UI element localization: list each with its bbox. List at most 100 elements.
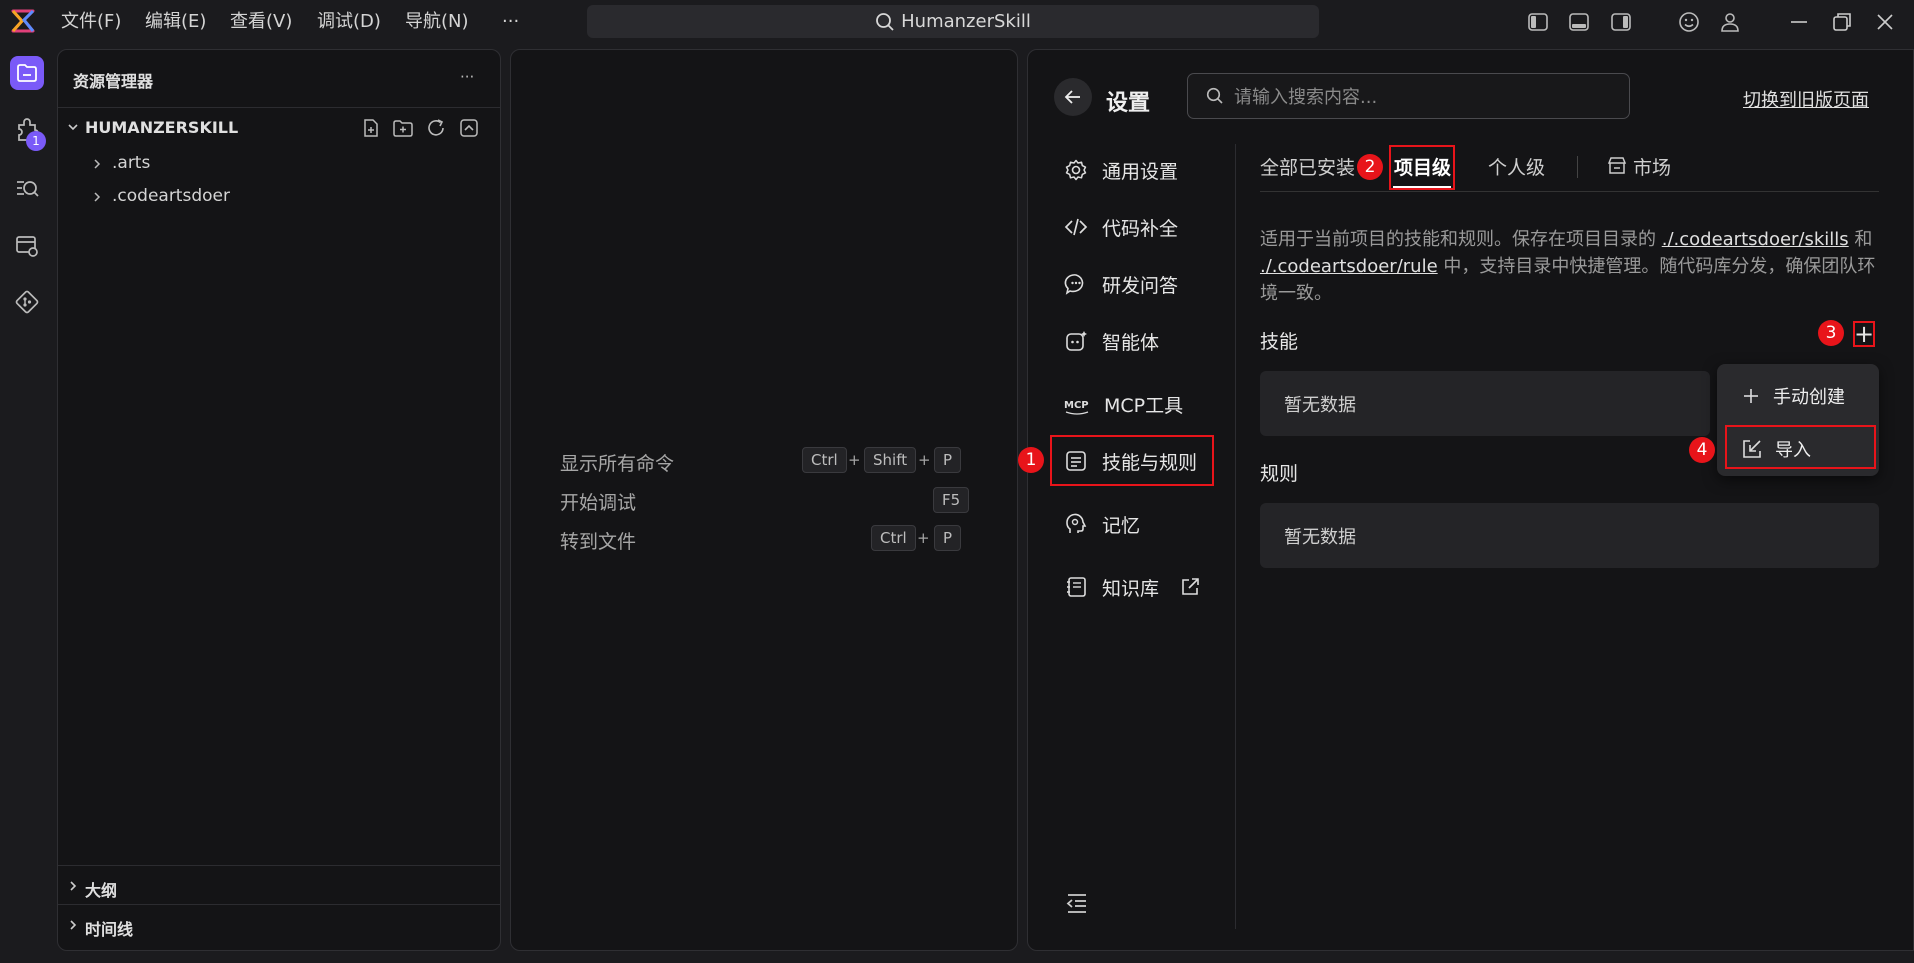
code-brackets-icon xyxy=(1064,218,1088,236)
plus-icon xyxy=(1744,389,1758,403)
nav-label: 通用设置 xyxy=(1102,160,1179,183)
activity-remote-icon[interactable] xyxy=(10,229,44,263)
timeline-divider xyxy=(58,904,500,905)
new-folder-icon[interactable] xyxy=(392,117,414,139)
dropdown-item-import[interactable]: 导入 xyxy=(1741,436,1811,462)
svg-text:MCP: MCP xyxy=(1064,400,1089,411)
settings-search-box[interactable]: 请输入搜索内容... xyxy=(1187,73,1630,119)
rules-empty-state: 暂无数据 xyxy=(1260,503,1879,568)
dropdown-item-manual-create[interactable]: 手动创建 xyxy=(1741,383,1845,409)
kbd-p: P xyxy=(934,447,962,473)
toggle-secondary-sidebar-icon[interactable] xyxy=(1609,10,1633,34)
external-link-icon xyxy=(1182,578,1199,595)
explorer-panel xyxy=(57,49,501,951)
description-text: 和 xyxy=(1854,229,1873,250)
outline-section[interactable]: 大纲 xyxy=(85,877,117,901)
nav-label: 代码补全 xyxy=(1102,217,1179,240)
nav-general-settings[interactable]: 通用设置 xyxy=(1064,155,1178,185)
menu-view[interactable]: 查看(V) xyxy=(230,10,292,34)
shortcut-label-start-debug[interactable]: 开始调试 xyxy=(560,488,636,515)
search-icon xyxy=(875,12,895,32)
toggle-sidebar-icon[interactable] xyxy=(1526,10,1550,34)
nav-label: 知识库 xyxy=(1102,577,1160,600)
mcp-icon: MCP xyxy=(1064,400,1089,415)
collapse-all-icon[interactable] xyxy=(458,117,480,139)
tab-market[interactable]: 市场 xyxy=(1633,153,1671,180)
settings-title: 设置 xyxy=(1106,91,1151,116)
explorer-header-divider xyxy=(58,107,500,108)
menu-debug[interactable]: 调试(D) xyxy=(317,10,381,34)
shortcut-label-show-commands[interactable]: 显示所有命令 xyxy=(560,449,674,476)
tree-folder-arts[interactable]: .arts xyxy=(112,153,150,173)
nav-agent[interactable]: 智能体 xyxy=(1064,326,1159,356)
chevron-right-icon[interactable] xyxy=(90,190,104,204)
account-icon[interactable] xyxy=(1718,10,1742,34)
tab-all-installed[interactable]: 全部已安装 xyxy=(1260,153,1355,180)
close-window-icon[interactable] xyxy=(1873,10,1897,34)
restore-window-icon[interactable] xyxy=(1830,10,1854,34)
timeline-section[interactable]: 时间线 xyxy=(85,916,133,940)
tree-folder-codeartsdoer[interactable]: .codeartsdoer xyxy=(112,186,230,206)
annotation-badge-1: 1 xyxy=(1018,447,1044,473)
chevron-right-icon[interactable] xyxy=(66,918,80,932)
nav-knowledge-base[interactable]: 知识库 xyxy=(1064,572,1201,602)
nav-label: 研发问答 xyxy=(1102,274,1179,297)
activity-search-icon[interactable] xyxy=(10,172,44,206)
nav-label: 智能体 xyxy=(1102,331,1160,354)
explorer-more-button[interactable]: ··· xyxy=(460,68,474,86)
switch-old-version-link[interactable]: 切换到旧版页面 xyxy=(1743,86,1869,112)
collapse-nav-icon[interactable] xyxy=(1064,890,1090,916)
activity-source-control-icon[interactable] xyxy=(10,285,44,319)
tab-personal-level[interactable]: 个人级 xyxy=(1488,153,1545,180)
kbd-plus: + xyxy=(918,451,931,469)
settings-nav-divider xyxy=(1235,144,1236,929)
nav-memory[interactable]: 记忆 xyxy=(1064,509,1140,539)
settings-search-input[interactable]: 请输入搜索内容... xyxy=(1234,83,1377,109)
dropdown-item-label: 手动创建 xyxy=(1773,387,1845,408)
nav-dev-qa[interactable]: 研发问答 xyxy=(1064,269,1178,299)
refresh-icon[interactable] xyxy=(425,117,447,139)
feedback-smiley-icon[interactable] xyxy=(1677,10,1701,34)
active-tab-underline xyxy=(1393,186,1451,188)
kbd-ctrl: Ctrl xyxy=(871,525,916,551)
outline-divider xyxy=(58,865,500,866)
rule-path-link[interactable]: ./.codeartsdoer/rule xyxy=(1260,256,1438,277)
skills-path-link[interactable]: ./.codeartsdoer/skills xyxy=(1662,229,1849,250)
kbd-plus: + xyxy=(848,451,861,469)
nav-mcp-tools[interactable]: MCP MCP工具 xyxy=(1064,389,1183,419)
chevron-down-icon[interactable] xyxy=(66,120,80,134)
agent-icon xyxy=(1066,331,1087,351)
activity-explorer-icon[interactable] xyxy=(10,56,44,90)
chevron-right-icon[interactable] xyxy=(66,879,80,893)
tabs-divider xyxy=(1260,191,1879,192)
explorer-title: 资源管理器 xyxy=(73,72,154,91)
workspace-root-folder[interactable]: HUMANZERSKILL xyxy=(85,118,238,137)
gear-icon xyxy=(1065,159,1087,181)
skills-section-label: 技能 xyxy=(1260,331,1299,353)
highlight-box-skills-rules xyxy=(1050,435,1214,486)
market-store-icon xyxy=(1606,155,1628,177)
shortcut-label-goto-file[interactable]: 转到文件 xyxy=(560,527,636,554)
menu-more[interactable]: ··· xyxy=(502,10,519,34)
kbd-shift: Shift xyxy=(864,447,917,473)
annotation-badge-3: 3 xyxy=(1818,320,1844,346)
menu-navigate[interactable]: 导航(N) xyxy=(405,10,469,34)
nav-code-completion[interactable]: 代码补全 xyxy=(1064,212,1178,242)
app-logo-icon xyxy=(10,8,36,34)
back-arrow-icon[interactable] xyxy=(1054,78,1092,116)
import-icon xyxy=(1743,440,1761,458)
nav-label: 记忆 xyxy=(1102,514,1141,537)
minimize-icon[interactable] xyxy=(1787,10,1811,34)
menu-file[interactable]: 文件(F) xyxy=(61,10,121,34)
tab-project-level[interactable]: 项目级 xyxy=(1394,153,1451,180)
kbd-plus: + xyxy=(917,529,930,547)
menu-edit[interactable]: 编辑(E) xyxy=(145,10,206,34)
new-file-icon[interactable] xyxy=(360,117,382,139)
command-search-bar[interactable]: HumanzerSkill xyxy=(587,5,1319,38)
knowledge-book-icon xyxy=(1067,577,1086,597)
chevron-right-icon[interactable] xyxy=(90,157,104,171)
add-skill-button[interactable]: + xyxy=(1853,321,1875,347)
nav-label: MCP工具 xyxy=(1104,394,1184,417)
memory-head-icon xyxy=(1066,513,1087,533)
toggle-panel-icon[interactable] xyxy=(1567,10,1591,34)
